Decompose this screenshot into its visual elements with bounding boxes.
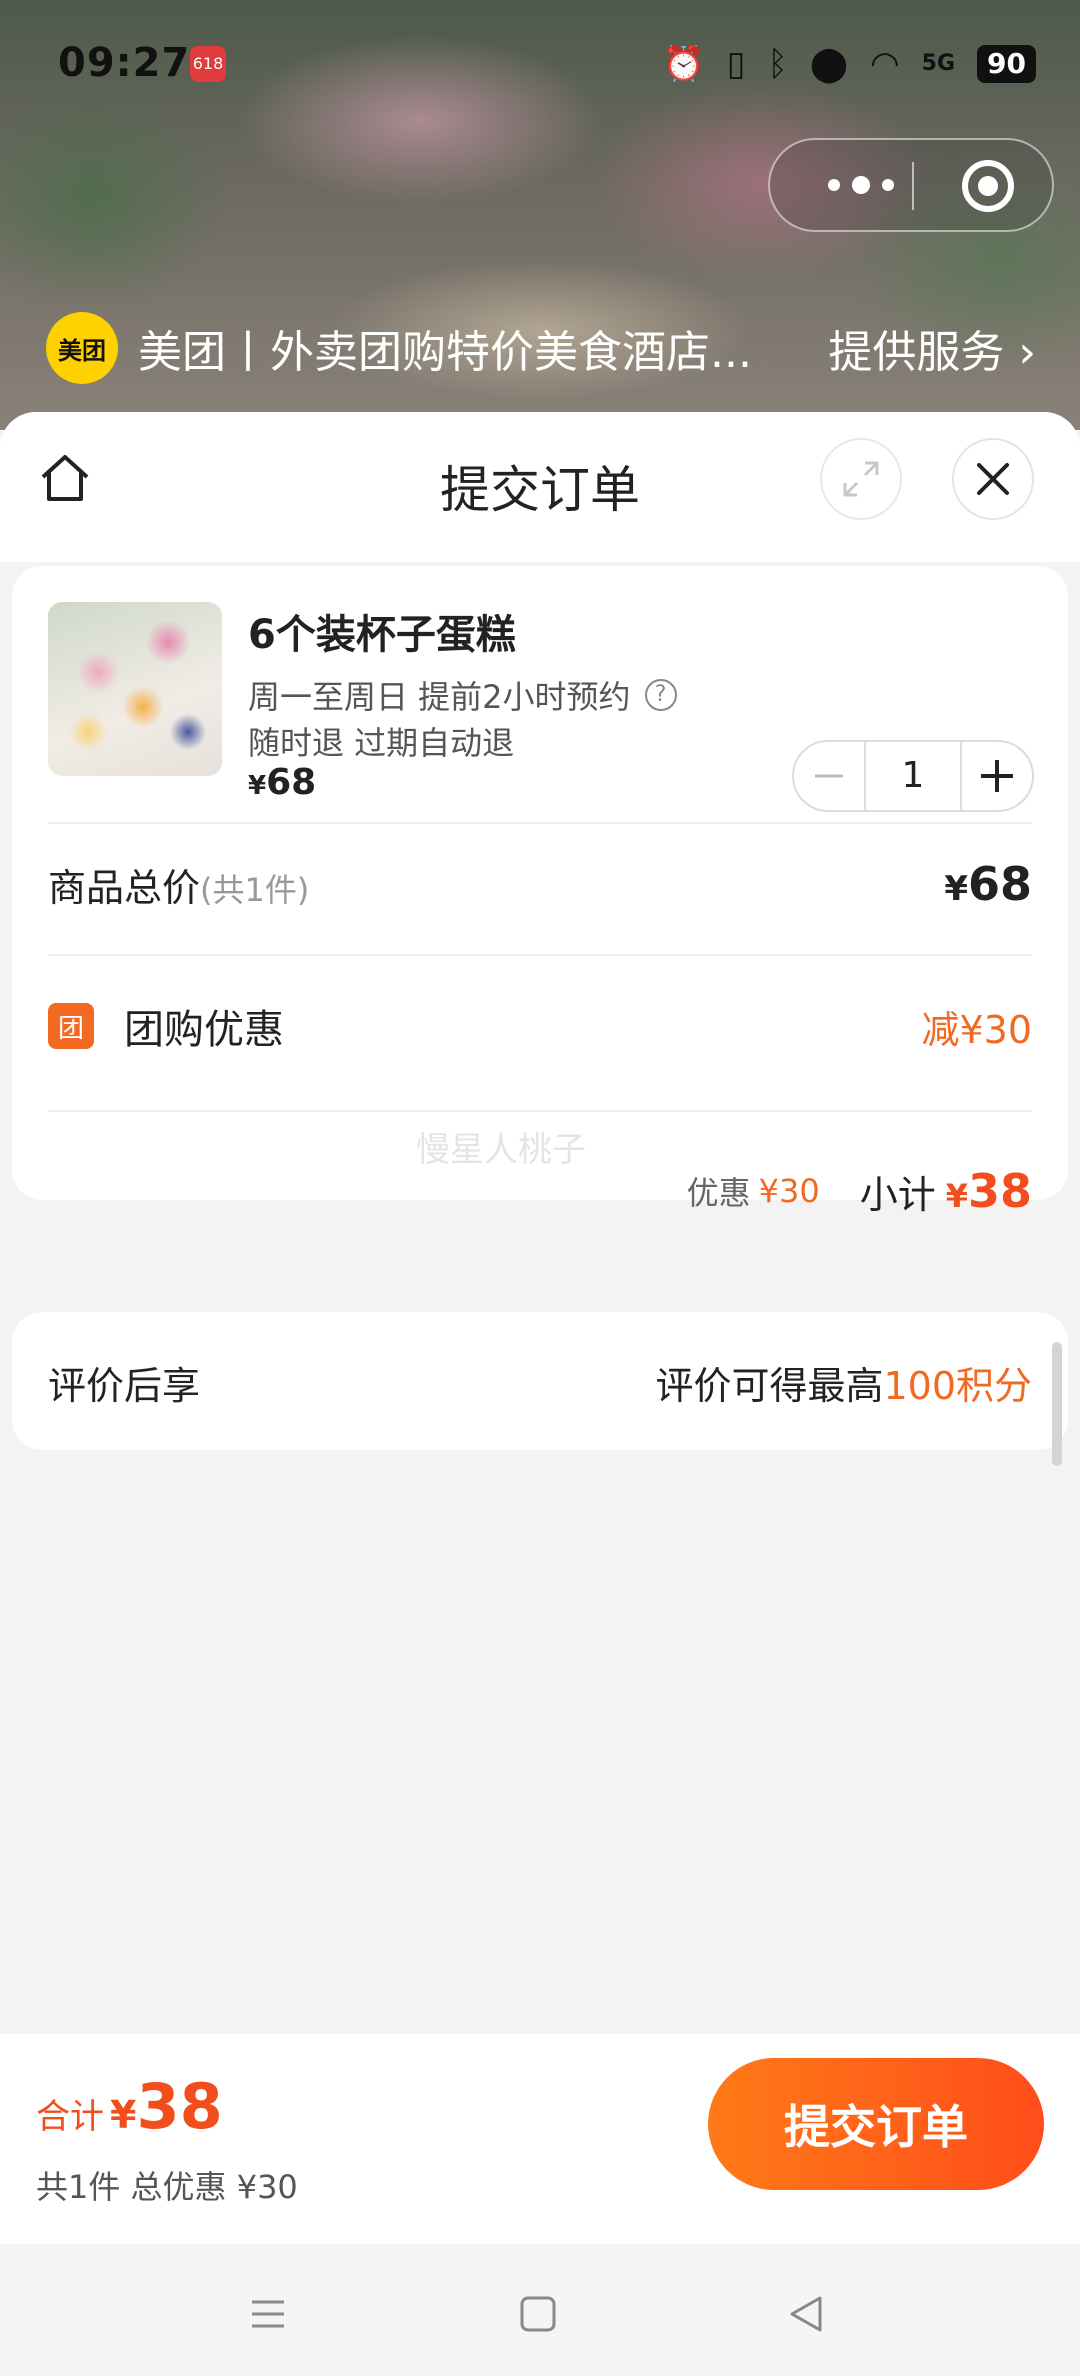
menu-icon[interactable] (238, 2286, 298, 2342)
sub-discount-value: ¥30 (758, 1172, 820, 1210)
target-icon[interactable] (962, 160, 1014, 212)
scrollbar[interactable] (1052, 1342, 1062, 1466)
system-nav-bar (0, 2244, 1080, 2376)
merchant-bar[interactable]: 美团 美团丨外卖团购特价美食酒店... 提供服务 › (46, 310, 1036, 386)
discount-amount: 减¥30 (921, 1007, 1032, 1052)
goods-total-text: 商品总价 (48, 865, 201, 910)
divider (48, 822, 1032, 824)
review-points: 100积分 (883, 1363, 1032, 1408)
back-icon[interactable] (776, 2286, 836, 2342)
goods-total-amount: ¥68 (944, 857, 1032, 911)
goods-count: (共1件) (200, 870, 310, 909)
grand-total-symbol: ¥ (110, 2093, 137, 2137)
divider (48, 954, 1032, 956)
expand-icon[interactable] (820, 438, 902, 520)
group-buy-icon: 团 (48, 1003, 94, 1049)
review-text: 评价可得最高 (655, 1363, 884, 1408)
refund-policy: 随时退 过期自动退 (248, 724, 515, 762)
quantity-value[interactable]: 1 (864, 742, 962, 810)
subtotal-value: 38 (967, 1164, 1032, 1218)
subtotal-symbol: ¥ (945, 1177, 968, 1215)
product-availability: 周一至周日 提前2小时预约 ? (248, 672, 677, 718)
capsule-divider (912, 162, 914, 210)
minus-icon[interactable] (794, 742, 864, 810)
total-symbol: ¥ (944, 869, 968, 909)
order-card: 6个装杯子蛋糕 周一至周日 提前2小时预约 ? 随时退 过期自动退 ¥68 1 … (12, 566, 1068, 1218)
divider (48, 1110, 1032, 1112)
status-time: 09:27 (58, 40, 191, 86)
app-badge-icon: 618 (190, 46, 226, 82)
grand-total-amount: 38 (136, 2070, 223, 2143)
plus-icon[interactable] (962, 742, 1032, 810)
sub-discount-label: 优惠 (686, 1174, 751, 1212)
grand-total: 合计 ¥ 38 (36, 2070, 223, 2143)
vibrate-icon: ▯ (726, 44, 746, 84)
status-icons: ⏰ ▯ ᛒ ⬤ ◠ 5G 90 (662, 44, 1036, 84)
location-icon: ⬤ (809, 44, 848, 84)
status-bar: 09:27 618 ⏰ ▯ ᛒ ⬤ ◠ 5G 90 (0, 0, 1080, 130)
signal-icon: 5G (921, 51, 956, 76)
review-card: 评价后享 评价可得最高100积分 (12, 1312, 1068, 1450)
help-icon[interactable]: ? (644, 679, 677, 711)
price-value: 68 (266, 762, 317, 803)
bluetooth-icon: ᛒ (767, 44, 788, 84)
product-thumbnail[interactable] (48, 602, 222, 776)
review-row[interactable]: 评价后享 评价可得最高100积分 (48, 1342, 1032, 1422)
quantity-stepper: 1 (792, 740, 1034, 812)
battery-icon: 90 (977, 45, 1036, 83)
total-value: 68 (967, 857, 1032, 911)
goods-total-row: 商品总价(共1件) ¥68 (48, 846, 1032, 922)
checkout-bar: 合计 ¥ 38 共1件 总优惠 ¥30 提交订单 (0, 2034, 1080, 2244)
close-icon[interactable] (952, 438, 1034, 520)
subtotal-row: 优惠 ¥30 小计 ¥38 (48, 1156, 1032, 1226)
group-discount-row[interactable]: 团 团购优惠 减¥30 (48, 986, 1032, 1066)
grand-total-detail: 共1件 总优惠 ¥30 (36, 2168, 298, 2206)
review-reward: 评价可得最高100积分 (655, 1355, 1032, 1410)
goods-total-label: 商品总价(共1件) (48, 857, 309, 912)
product-title: 6个装杯子蛋糕 (248, 612, 516, 658)
wifi-icon: ◠ (869, 44, 900, 84)
more-dots-icon[interactable] (806, 140, 916, 230)
mini-program-capsule (768, 138, 1054, 232)
subtotal-label: 小计 (859, 1172, 936, 1217)
merchant-name: 美团丨外卖团购特价美食酒店... (138, 327, 752, 378)
submit-order-button[interactable]: 提交订单 (708, 2058, 1044, 2190)
home-square-icon[interactable] (508, 2286, 568, 2342)
meituan-logo: 美团 (46, 312, 118, 384)
availability-text: 周一至周日 提前2小时预约 (248, 678, 631, 716)
grand-total-label: 合计 (36, 2097, 104, 2137)
price-symbol: ¥ (248, 771, 267, 801)
chevron-right-icon: › (1018, 327, 1036, 378)
discount-label: 团购优惠 (124, 1007, 284, 1053)
provide-service-label: 提供服务 (828, 327, 1005, 378)
page-title: 提交订单 (440, 461, 640, 519)
subtotal-amount: ¥38 (946, 1164, 1032, 1218)
product-price: ¥68 (248, 762, 316, 803)
sheet-header: 提交订单 (0, 412, 1080, 562)
review-label: 评价后享 (48, 1363, 201, 1408)
alarm-icon: ⏰ (662, 44, 705, 84)
provide-service-link[interactable]: 提供服务 › (828, 316, 1036, 380)
